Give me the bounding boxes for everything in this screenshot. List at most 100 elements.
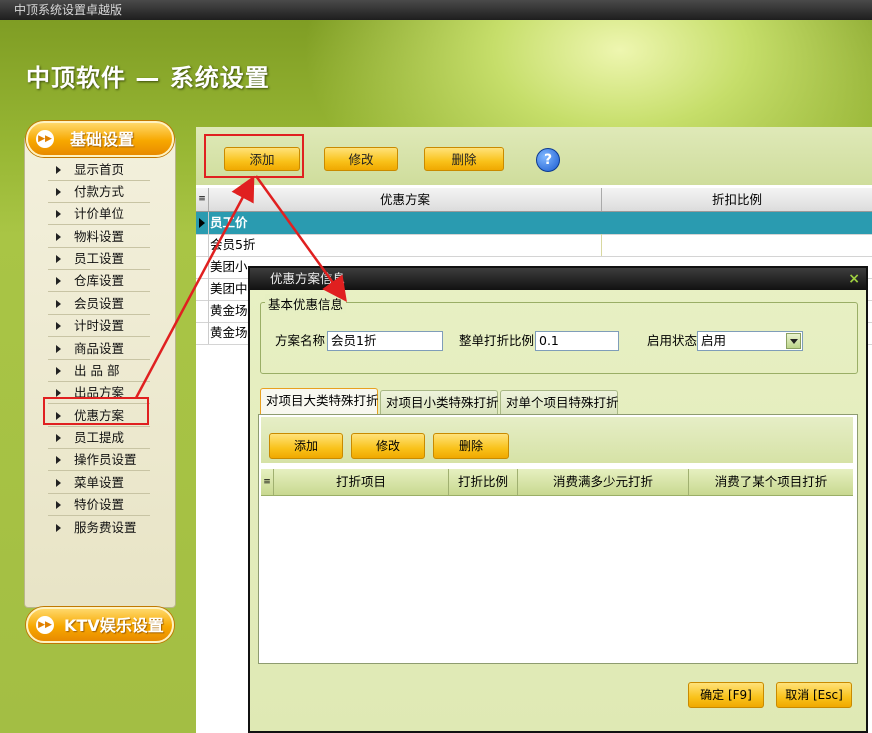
delete-button[interactable]: 删除 (424, 147, 504, 171)
sidebar-item-label: 计时设置 (74, 318, 125, 333)
arrow-right-icon (56, 501, 61, 509)
table-row[interactable]: 员工价 (196, 212, 872, 235)
ratio-input[interactable]: 0.1 (535, 331, 619, 351)
chevron-down-icon[interactable] (786, 333, 801, 349)
status-select[interactable]: 启用 (697, 331, 803, 351)
sidebar-item-member[interactable]: 会员设置 (48, 294, 150, 315)
ok-button[interactable]: 确定 [F9] (688, 682, 764, 708)
sidebar-item-label: 特价设置 (74, 497, 125, 512)
sub-grid-header: ≡ 打折项目 打折比例 消费满多少元打折 消费了某个项目打折 (261, 469, 853, 496)
arrow-right-icon (56, 524, 61, 532)
col-discount-plan[interactable]: 优惠方案 (209, 188, 602, 211)
arrow-right-icon (56, 434, 61, 442)
sub-edit-button[interactable]: 修改 (351, 433, 425, 459)
arrow-right-icon (56, 300, 61, 308)
sidebar-item-home[interactable]: 显示首页 (48, 160, 150, 181)
ktv-settings-label: KTV娱乐设置 (64, 616, 164, 635)
arrow-right-icon (56, 322, 61, 330)
sidebar-item-dept[interactable]: 出 品 部 (48, 361, 150, 382)
expand-icon: ▶▶ (36, 616, 54, 634)
tab-subcategory-discount[interactable]: 对项目小类特殊打折 (380, 390, 499, 414)
expand-icon: ▶▶ (36, 130, 54, 148)
annotation-box-add (204, 134, 304, 178)
row-selector-icon: ≡ (261, 469, 274, 495)
column-divider (601, 234, 602, 256)
arrow-right-icon (56, 479, 61, 487)
sidebar-item-payment[interactable]: 付款方式 (48, 182, 150, 203)
sub-delete-button[interactable]: 删除 (433, 433, 509, 459)
sidebar-item-label: 员工提成 (74, 430, 125, 445)
col-item-consumed[interactable]: 消费了某个项目打折 (689, 469, 853, 495)
sidebar-item-commission[interactable]: 员工提成 (48, 428, 150, 449)
tab-panel: 添加 修改 删除 ≡ 打折项目 打折比例 消费满多少元打折 消费了某个项目打折 (258, 414, 858, 664)
arrow-right-icon (56, 166, 61, 174)
arrow-right-icon (56, 277, 61, 285)
sidebar-item-menu[interactable]: 菜单设置 (48, 473, 150, 494)
sidebar-item-service-fee[interactable]: 服务费设置 (48, 518, 150, 538)
row-selector-icon: ≡ (196, 188, 209, 211)
sidebar-item-label: 商品设置 (74, 341, 125, 356)
sidebar-item-special-price[interactable]: 特价设置 (48, 495, 150, 516)
cell-plan-name: 美团中 (210, 281, 248, 296)
arrow-right-icon (56, 233, 61, 241)
sidebar-item-material[interactable]: 物料设置 (48, 227, 150, 248)
ktv-settings-button[interactable]: ▶▶ KTV娱乐设置 (26, 607, 174, 643)
dialog-title: 优惠方案信息 (270, 271, 346, 286)
sidebar-item-label: 员工设置 (74, 251, 125, 266)
sidebar-item-staff[interactable]: 员工设置 (48, 249, 150, 270)
sidebar-item-label: 物料设置 (74, 229, 125, 244)
app-title: 中顶软件 — 系统设置 (26, 64, 270, 92)
plan-name-input[interactable]: 会员1折 (327, 331, 443, 351)
window-title: 中顶系统设置卓越版 (14, 3, 123, 17)
col-discount-ratio[interactable]: 打折比例 (449, 469, 518, 495)
sidebar-item-product[interactable]: 商品设置 (48, 339, 150, 360)
row-indicator (196, 212, 209, 234)
sidebar-item-label: 付款方式 (74, 184, 125, 199)
arrow-right-icon (56, 210, 61, 218)
discount-plan-dialog: 优惠方案信息 × 基本优惠信息 方案名称 会员1折 整单打折比例 0.1 启用状… (248, 266, 868, 733)
sidebar-item-label: 显示首页 (74, 162, 125, 177)
row-indicator (196, 278, 209, 300)
edit-button[interactable]: 修改 (324, 147, 398, 171)
status-value: 启用 (701, 333, 727, 348)
arrow-right-icon (56, 255, 61, 263)
group-label: 基本优惠信息 (265, 294, 347, 313)
table-row[interactable]: 会员5折 (196, 234, 872, 257)
col-discount-ratio[interactable]: 折扣比例 (602, 188, 872, 211)
cell-plan-name: 美团小 (210, 259, 248, 274)
tab-category-discount[interactable]: 对项目大类特殊打折 (260, 388, 379, 414)
dialog-title-bar[interactable]: 优惠方案信息 × (250, 268, 866, 290)
row-indicator (196, 322, 209, 344)
col-discount-item[interactable]: 打折项目 (274, 469, 449, 495)
sidebar-item-label: 菜单设置 (74, 475, 125, 490)
sidebar-item-label: 计价单位 (74, 206, 125, 221)
cancel-button[interactable]: 取消 [Esc] (776, 682, 852, 708)
arrow-right-icon (56, 345, 61, 353)
sub-toolbar: 添加 修改 删除 (261, 417, 853, 463)
window-title-bar: 中顶系统设置卓越版 (0, 0, 872, 20)
arrow-right-icon (56, 188, 61, 196)
help-icon[interactable]: ? (536, 148, 560, 172)
ratio-label: 整单打折比例 (459, 333, 535, 348)
arrow-right-icon (56, 367, 61, 375)
col-min-spend[interactable]: 消费满多少元打折 (518, 469, 689, 495)
close-icon[interactable]: × (848, 268, 860, 290)
sidebar-item-operator[interactable]: 操作员设置 (48, 450, 150, 471)
sidebar-item-label: 会员设置 (74, 296, 125, 311)
cell-plan-name: 黄金场 (210, 325, 248, 340)
basic-settings-button[interactable]: ▶▶ 基础设置 (26, 121, 174, 157)
sidebar-item-warehouse[interactable]: 仓库设置 (48, 271, 150, 292)
plan-name-label: 方案名称 (275, 333, 326, 348)
sidebar-item-timing[interactable]: 计时设置 (48, 316, 150, 337)
cell-plan-name: 员工价 (210, 215, 248, 230)
row-indicator (196, 256, 209, 278)
sub-add-button[interactable]: 添加 (269, 433, 343, 459)
sidebar-item-unit[interactable]: 计价单位 (48, 204, 150, 225)
tab-item-discount[interactable]: 对单个项目特殊打折 (500, 390, 619, 414)
row-indicator (196, 300, 209, 322)
current-row-icon (199, 218, 205, 228)
arrow-right-icon (56, 389, 61, 397)
basic-settings-label: 基础设置 (70, 130, 135, 149)
annotation-box-discount-plan (43, 397, 149, 425)
sidebar-item-label: 仓库设置 (74, 273, 125, 288)
